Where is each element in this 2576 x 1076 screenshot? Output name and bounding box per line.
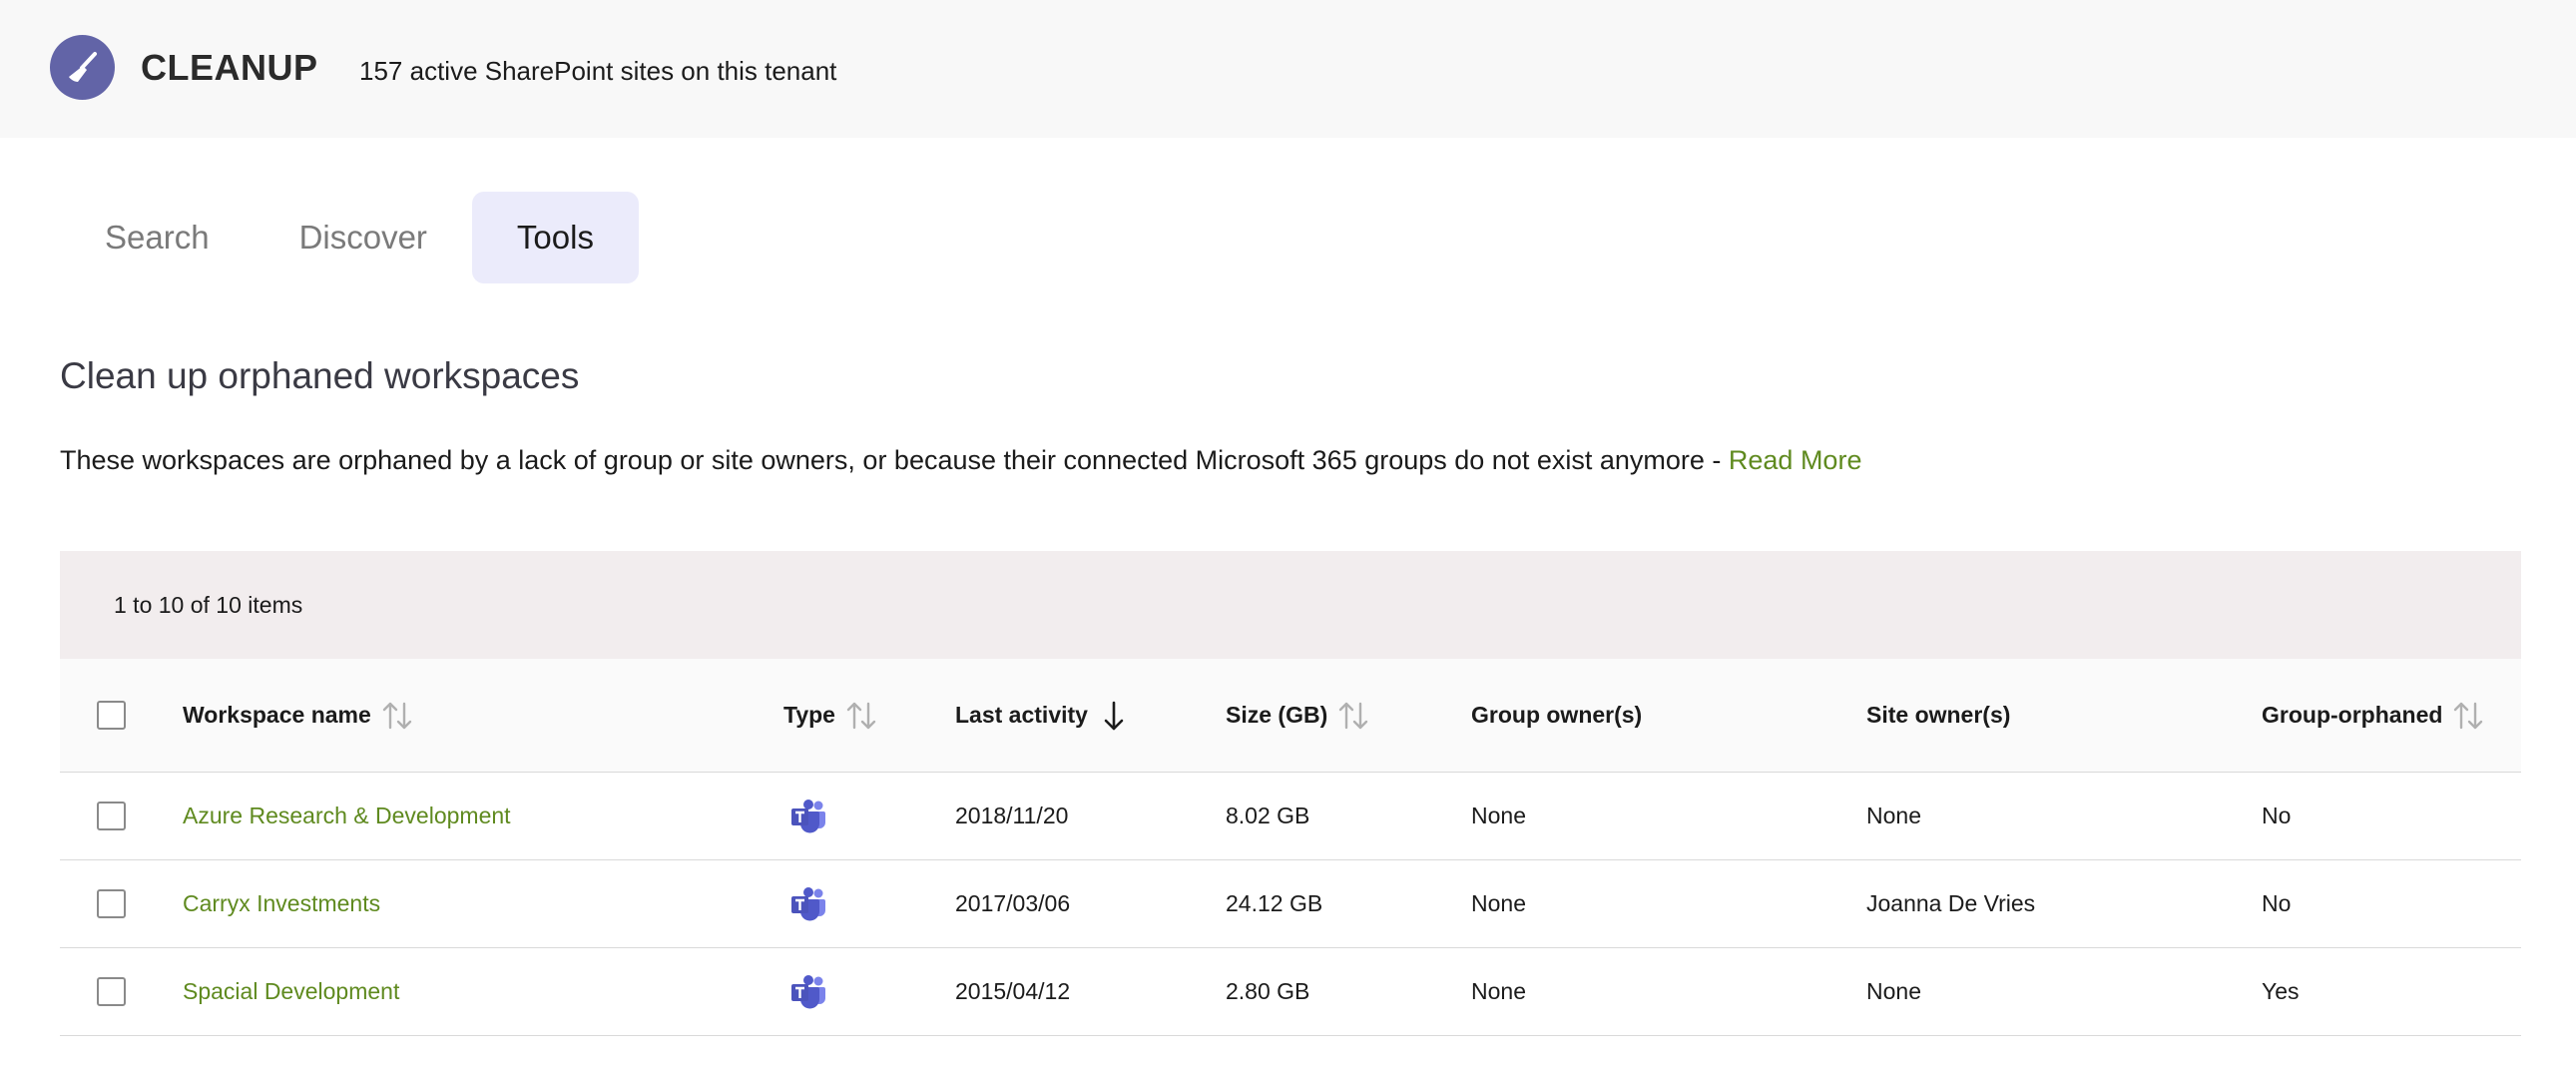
workspace-name-link[interactable]: Spacial Development <box>183 978 399 1005</box>
sort-icon[interactable] <box>2452 701 2484 731</box>
column-header-group-orphaned[interactable]: Group-orphaned <box>2262 659 2484 772</box>
column-header-last-activity[interactable]: Last activity <box>955 659 1126 772</box>
app-name: CLEANUP <box>141 47 318 88</box>
teams-icon <box>789 974 827 1009</box>
teams-icon <box>789 886 827 921</box>
column-label: Group owner(s) <box>1471 702 1643 728</box>
table-row[interactable]: Carryx Investments 2017/03/06 24.12 GB N… <box>60 860 2521 948</box>
column-label: Workspace name <box>183 702 371 728</box>
tab-discover[interactable]: Discover <box>255 192 472 283</box>
size-cell: 2.80 GB <box>1226 978 1310 1004</box>
select-all-checkbox[interactable] <box>97 701 126 730</box>
site-owners-cell: None <box>1866 803 1921 828</box>
broom-icon[interactable] <box>50 35 115 100</box>
column-header-name[interactable]: Workspace name <box>183 659 413 772</box>
select-all-cell <box>97 659 126 772</box>
column-label: Size (GB) <box>1226 702 1328 728</box>
group-owners-cell: None <box>1471 890 1526 916</box>
workspace-name-link[interactable]: Azure Research & Development <box>183 803 511 829</box>
site-owners-cell: None <box>1866 978 1921 1004</box>
type-cell <box>783 860 827 947</box>
column-label: Last activity <box>955 702 1088 728</box>
row-select-cell <box>97 773 126 859</box>
workspace-name-link[interactable]: Carryx Investments <box>183 890 380 917</box>
row-checkbox[interactable] <box>97 889 126 918</box>
teams-icon <box>789 799 827 833</box>
size-cell: 24.12 GB <box>1226 890 1323 916</box>
table-header: Workspace name Type Last activity Size (… <box>60 659 2521 773</box>
workspace-name-cell: Spacial Development <box>183 948 399 1035</box>
site-owners-cell: Joanna De Vries <box>1866 890 2036 916</box>
workspace-name-cell: Carryx Investments <box>183 860 380 947</box>
group-owners-cell: None <box>1471 978 1526 1004</box>
group-orphaned-cell: No <box>2262 803 2292 828</box>
column-header-size[interactable]: Size (GB) <box>1226 659 1369 772</box>
table-row[interactable]: Azure Research & Development 2018/11/20 … <box>60 773 2521 860</box>
section-title: Clean up orphaned workspaces <box>60 355 580 396</box>
tab-tools[interactable]: Tools <box>471 192 639 283</box>
row-select-cell <box>97 860 126 947</box>
column-label: Group-orphaned <box>2262 702 2443 728</box>
size-cell: 8.02 GB <box>1226 803 1310 828</box>
row-checkbox[interactable] <box>97 802 126 830</box>
sort-icon[interactable] <box>845 701 877 731</box>
read-more-link[interactable]: Read More <box>1729 445 1862 475</box>
row-select-cell <box>97 948 126 1035</box>
column-label: Site owner(s) <box>1866 702 2011 728</box>
row-checkbox[interactable] <box>97 977 126 1006</box>
section-description: These workspaces are orphaned by a lack … <box>60 445 1861 476</box>
tenant-info: 157 active SharePoint sites on this tena… <box>359 56 837 86</box>
type-cell <box>783 948 827 1035</box>
sort-descending-icon[interactable] <box>1102 700 1126 732</box>
sort-icon[interactable] <box>1337 701 1369 731</box>
workspace-name-cell: Azure Research & Development <box>183 773 511 859</box>
top-bar: CLEANUP 157 active SharePoint sites on t… <box>0 0 2576 138</box>
group-orphaned-cell: No <box>2262 890 2292 916</box>
workspaces-table: 1 to 10 of 10 items Workspace name Type … <box>60 551 2521 1036</box>
sort-icon[interactable] <box>381 701 413 731</box>
type-cell <box>783 773 827 859</box>
column-header-group-owners: Group owner(s) <box>1471 659 1642 772</box>
column-label: Type <box>783 702 835 728</box>
last-activity-cell: 2017/03/06 <box>955 890 1071 916</box>
column-header-type[interactable]: Type <box>783 659 877 772</box>
description-text: These workspaces are orphaned by a lack … <box>60 445 1729 475</box>
pager-text: 1 to 10 of 10 items <box>114 591 303 618</box>
column-header-site-owners: Site owner(s) <box>1866 659 2010 772</box>
group-owners-cell: None <box>1471 803 1526 828</box>
tab-search[interactable]: Search <box>60 192 255 283</box>
pagination-info: 1 to 10 of 10 items <box>60 551 2521 659</box>
last-activity-cell: 2015/04/12 <box>955 978 1071 1004</box>
group-orphaned-cell: Yes <box>2262 978 2300 1004</box>
table-row[interactable]: Spacial Development 2015/04/12 2.80 GB N… <box>60 948 2521 1036</box>
tab-bar: Search Discover Tools <box>60 192 639 283</box>
last-activity-cell: 2018/11/20 <box>955 803 1069 828</box>
